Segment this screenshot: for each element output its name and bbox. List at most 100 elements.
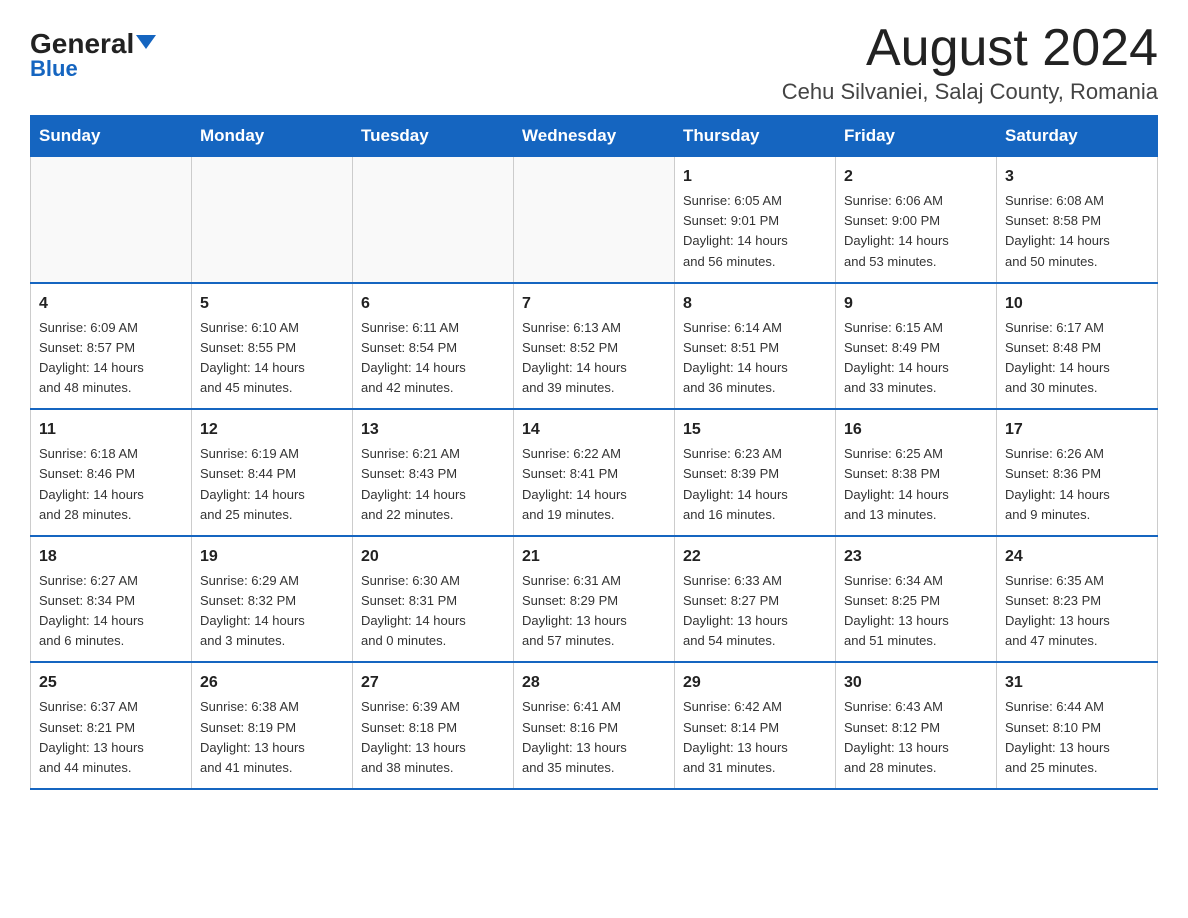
month-title: August 2024 (782, 20, 1158, 77)
day-number: 25 (39, 671, 183, 695)
day-number: 22 (683, 545, 827, 569)
day-info: Sunrise: 6:15 AMSunset: 8:49 PMDaylight:… (844, 318, 988, 399)
day-number: 6 (361, 292, 505, 316)
title-block: August 2024 Cehu Silvaniei, Salaj County… (782, 20, 1158, 105)
calendar-cell: 9Sunrise: 6:15 AMSunset: 8:49 PMDaylight… (836, 283, 997, 410)
calendar-cell: 19Sunrise: 6:29 AMSunset: 8:32 PMDayligh… (192, 536, 353, 663)
day-number: 29 (683, 671, 827, 695)
day-info: Sunrise: 6:22 AMSunset: 8:41 PMDaylight:… (522, 444, 666, 525)
day-info: Sunrise: 6:14 AMSunset: 8:51 PMDaylight:… (683, 318, 827, 399)
day-info: Sunrise: 6:13 AMSunset: 8:52 PMDaylight:… (522, 318, 666, 399)
day-number: 26 (200, 671, 344, 695)
day-number: 10 (1005, 292, 1149, 316)
calendar-cell: 20Sunrise: 6:30 AMSunset: 8:31 PMDayligh… (353, 536, 514, 663)
day-info: Sunrise: 6:38 AMSunset: 8:19 PMDaylight:… (200, 697, 344, 778)
day-number: 12 (200, 418, 344, 442)
calendar-cell: 15Sunrise: 6:23 AMSunset: 8:39 PMDayligh… (675, 409, 836, 536)
day-info: Sunrise: 6:05 AMSunset: 9:01 PMDaylight:… (683, 191, 827, 272)
day-info: Sunrise: 6:25 AMSunset: 8:38 PMDaylight:… (844, 444, 988, 525)
calendar-week-row: 11Sunrise: 6:18 AMSunset: 8:46 PMDayligh… (31, 409, 1158, 536)
weekday-header-saturday: Saturday (997, 116, 1158, 157)
calendar-cell: 13Sunrise: 6:21 AMSunset: 8:43 PMDayligh… (353, 409, 514, 536)
day-number: 5 (200, 292, 344, 316)
day-number: 2 (844, 165, 988, 189)
day-number: 17 (1005, 418, 1149, 442)
day-number: 9 (844, 292, 988, 316)
calendar-cell: 21Sunrise: 6:31 AMSunset: 8:29 PMDayligh… (514, 536, 675, 663)
day-info: Sunrise: 6:26 AMSunset: 8:36 PMDaylight:… (1005, 444, 1149, 525)
weekday-header-sunday: Sunday (31, 116, 192, 157)
calendar-cell: 4Sunrise: 6:09 AMSunset: 8:57 PMDaylight… (31, 283, 192, 410)
calendar-cell: 28Sunrise: 6:41 AMSunset: 8:16 PMDayligh… (514, 662, 675, 789)
day-info: Sunrise: 6:44 AMSunset: 8:10 PMDaylight:… (1005, 697, 1149, 778)
calendar-cell: 3Sunrise: 6:08 AMSunset: 8:58 PMDaylight… (997, 157, 1158, 283)
calendar-week-row: 1Sunrise: 6:05 AMSunset: 9:01 PMDaylight… (31, 157, 1158, 283)
weekday-header-thursday: Thursday (675, 116, 836, 157)
day-number: 28 (522, 671, 666, 695)
calendar-cell: 11Sunrise: 6:18 AMSunset: 8:46 PMDayligh… (31, 409, 192, 536)
day-info: Sunrise: 6:43 AMSunset: 8:12 PMDaylight:… (844, 697, 988, 778)
day-info: Sunrise: 6:42 AMSunset: 8:14 PMDaylight:… (683, 697, 827, 778)
day-info: Sunrise: 6:39 AMSunset: 8:18 PMDaylight:… (361, 697, 505, 778)
day-info: Sunrise: 6:23 AMSunset: 8:39 PMDaylight:… (683, 444, 827, 525)
day-number: 8 (683, 292, 827, 316)
day-number: 24 (1005, 545, 1149, 569)
logo: General Blue (30, 30, 156, 82)
day-number: 31 (1005, 671, 1149, 695)
calendar-cell (514, 157, 675, 283)
calendar-cell: 6Sunrise: 6:11 AMSunset: 8:54 PMDaylight… (353, 283, 514, 410)
day-number: 16 (844, 418, 988, 442)
day-info: Sunrise: 6:30 AMSunset: 8:31 PMDaylight:… (361, 571, 505, 652)
day-info: Sunrise: 6:06 AMSunset: 9:00 PMDaylight:… (844, 191, 988, 272)
day-info: Sunrise: 6:19 AMSunset: 8:44 PMDaylight:… (200, 444, 344, 525)
weekday-header-wednesday: Wednesday (514, 116, 675, 157)
calendar-cell: 2Sunrise: 6:06 AMSunset: 9:00 PMDaylight… (836, 157, 997, 283)
calendar-cell: 10Sunrise: 6:17 AMSunset: 8:48 PMDayligh… (997, 283, 1158, 410)
calendar-cell: 31Sunrise: 6:44 AMSunset: 8:10 PMDayligh… (997, 662, 1158, 789)
location-title: Cehu Silvaniei, Salaj County, Romania (782, 79, 1158, 105)
calendar-cell: 7Sunrise: 6:13 AMSunset: 8:52 PMDaylight… (514, 283, 675, 410)
day-number: 3 (1005, 165, 1149, 189)
weekday-header-monday: Monday (192, 116, 353, 157)
logo-triangle-icon (136, 35, 156, 49)
day-info: Sunrise: 6:37 AMSunset: 8:21 PMDaylight:… (39, 697, 183, 778)
calendar-cell (192, 157, 353, 283)
calendar-cell: 23Sunrise: 6:34 AMSunset: 8:25 PMDayligh… (836, 536, 997, 663)
day-number: 13 (361, 418, 505, 442)
calendar-cell: 25Sunrise: 6:37 AMSunset: 8:21 PMDayligh… (31, 662, 192, 789)
day-number: 4 (39, 292, 183, 316)
calendar-cell (31, 157, 192, 283)
day-number: 27 (361, 671, 505, 695)
day-number: 18 (39, 545, 183, 569)
day-info: Sunrise: 6:10 AMSunset: 8:55 PMDaylight:… (200, 318, 344, 399)
calendar-cell: 30Sunrise: 6:43 AMSunset: 8:12 PMDayligh… (836, 662, 997, 789)
day-number: 11 (39, 418, 183, 442)
page-header: General Blue August 2024 Cehu Silvaniei,… (30, 20, 1158, 105)
day-info: Sunrise: 6:18 AMSunset: 8:46 PMDaylight:… (39, 444, 183, 525)
calendar-cell: 26Sunrise: 6:38 AMSunset: 8:19 PMDayligh… (192, 662, 353, 789)
calendar-cell: 29Sunrise: 6:42 AMSunset: 8:14 PMDayligh… (675, 662, 836, 789)
day-number: 23 (844, 545, 988, 569)
day-number: 15 (683, 418, 827, 442)
day-info: Sunrise: 6:21 AMSunset: 8:43 PMDaylight:… (361, 444, 505, 525)
calendar-header-row: SundayMondayTuesdayWednesdayThursdayFrid… (31, 116, 1158, 157)
day-number: 19 (200, 545, 344, 569)
weekday-header-friday: Friday (836, 116, 997, 157)
day-info: Sunrise: 6:31 AMSunset: 8:29 PMDaylight:… (522, 571, 666, 652)
calendar-cell: 8Sunrise: 6:14 AMSunset: 8:51 PMDaylight… (675, 283, 836, 410)
day-number: 21 (522, 545, 666, 569)
day-number: 30 (844, 671, 988, 695)
calendar-cell: 12Sunrise: 6:19 AMSunset: 8:44 PMDayligh… (192, 409, 353, 536)
day-info: Sunrise: 6:35 AMSunset: 8:23 PMDaylight:… (1005, 571, 1149, 652)
calendar-week-row: 4Sunrise: 6:09 AMSunset: 8:57 PMDaylight… (31, 283, 1158, 410)
calendar-cell: 16Sunrise: 6:25 AMSunset: 8:38 PMDayligh… (836, 409, 997, 536)
day-info: Sunrise: 6:41 AMSunset: 8:16 PMDaylight:… (522, 697, 666, 778)
day-info: Sunrise: 6:27 AMSunset: 8:34 PMDaylight:… (39, 571, 183, 652)
calendar-week-row: 25Sunrise: 6:37 AMSunset: 8:21 PMDayligh… (31, 662, 1158, 789)
day-info: Sunrise: 6:29 AMSunset: 8:32 PMDaylight:… (200, 571, 344, 652)
calendar-week-row: 18Sunrise: 6:27 AMSunset: 8:34 PMDayligh… (31, 536, 1158, 663)
day-info: Sunrise: 6:08 AMSunset: 8:58 PMDaylight:… (1005, 191, 1149, 272)
logo-blue-text: Blue (30, 56, 78, 82)
logo-general-text: General (30, 30, 156, 58)
day-info: Sunrise: 6:34 AMSunset: 8:25 PMDaylight:… (844, 571, 988, 652)
